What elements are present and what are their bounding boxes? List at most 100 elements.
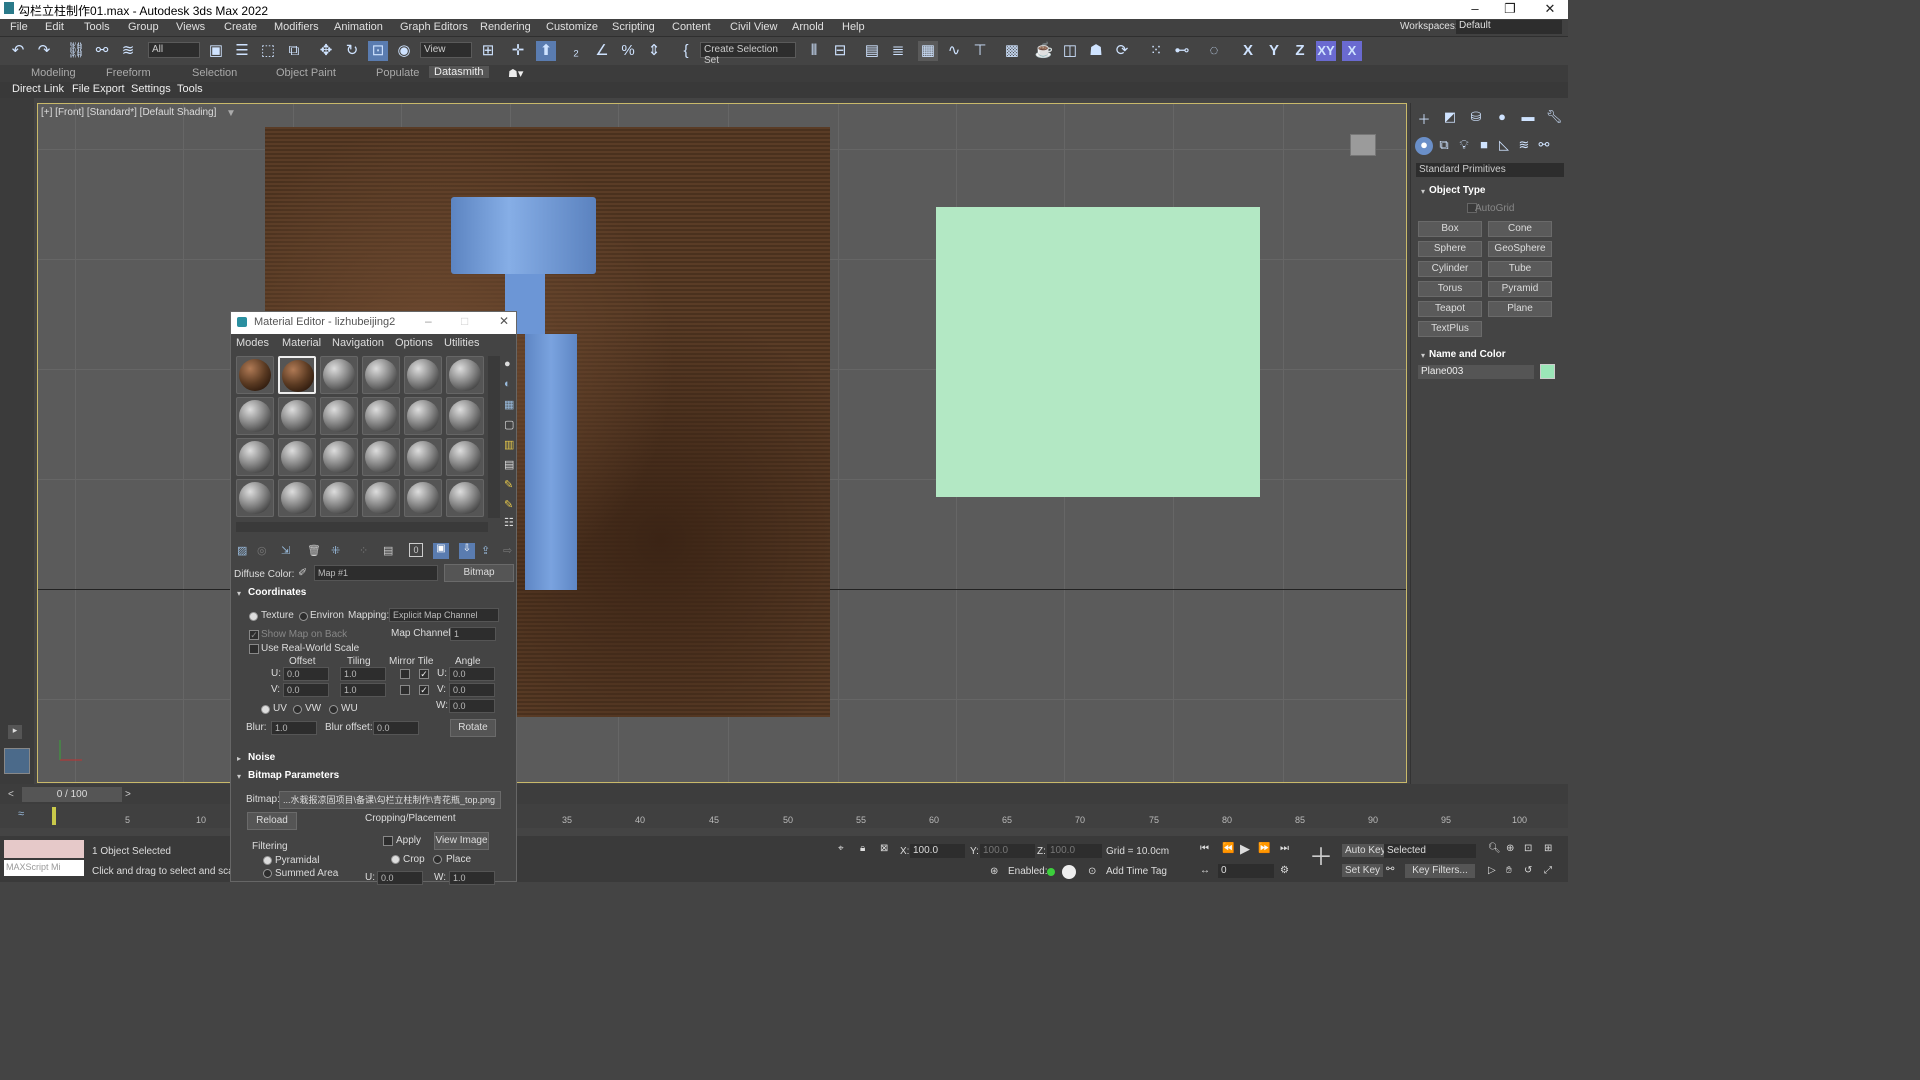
slots-vertical-scrollbar[interactable]: [488, 356, 500, 518]
lights-icon[interactable]: 💡︎: [1455, 137, 1473, 155]
pan-icon[interactable]: ✋︎: [1506, 865, 1512, 876]
zoom-extents-icon[interactable]: ⊡: [1524, 843, 1532, 854]
material-slot[interactable]: [404, 479, 442, 517]
texture-radio[interactable]: [249, 612, 258, 621]
material-slot-active[interactable]: [278, 356, 316, 394]
ribbon-options-icon[interactable]: ☗▾: [508, 67, 523, 80]
maxscript-mini-listener[interactable]: MAXScript Mi: [4, 860, 84, 876]
render-production-icon[interactable]: ☗: [1086, 41, 1106, 61]
bitmap-path-button[interactable]: ...水栽报凉固项目\备课\勾栏立柱制作\青花瓶_top.png: [279, 791, 501, 809]
geometry-icon[interactable]: ●: [1415, 137, 1433, 155]
previous-frame-icon[interactable]: <: [8, 789, 14, 800]
tab-selection[interactable]: Selection: [192, 67, 237, 79]
utilities-tab-icon[interactable]: 🔧︎: [1545, 109, 1563, 127]
material-slot[interactable]: [446, 397, 484, 435]
menu-graph-editors[interactable]: Graph Editors: [400, 21, 468, 33]
coordinates-rollout-title[interactable]: Coordinates: [248, 587, 306, 598]
menu-create[interactable]: Create: [224, 21, 257, 33]
add-time-tag-icon[interactable]: ⊙: [1088, 866, 1096, 877]
time-marker[interactable]: [52, 807, 56, 825]
reference-coordinate-select[interactable]: View: [420, 42, 472, 58]
axis-xy-button[interactable]: XY: [1316, 41, 1336, 61]
close-icon[interactable]: ✕: [1535, 1, 1565, 17]
enabled-indicator[interactable]: [1047, 868, 1055, 876]
add-time-tag[interactable]: Add Time Tag: [1106, 866, 1167, 877]
rectangular-selection-icon[interactable]: ⬚: [258, 41, 278, 61]
object-name-input[interactable]: Plane003: [1418, 365, 1534, 379]
layer-explorer-icon[interactable]: ▤: [862, 41, 882, 61]
scene-explorer-icon[interactable]: ▦: [918, 41, 938, 61]
assign-material-icon[interactable]: ⇲: [281, 544, 290, 557]
unlink-icon[interactable]: ⚯: [92, 41, 112, 61]
blur-offset-input[interactable]: 0.0: [373, 721, 419, 735]
restore-icon[interactable]: ❐: [1495, 1, 1525, 17]
cameras-icon[interactable]: ■: [1475, 137, 1493, 155]
previous-key-icon[interactable]: ⏪: [1222, 843, 1234, 854]
go-to-end-icon[interactable]: ⏭: [1280, 843, 1289, 854]
axis-z-button[interactable]: Z: [1290, 41, 1310, 61]
reset-map-icon[interactable]: 🗑︎: [307, 544, 321, 557]
axis-xz-button[interactable]: X: [1342, 41, 1362, 61]
go-to-start-icon[interactable]: ⏮: [1200, 843, 1209, 854]
material-slot[interactable]: [362, 479, 400, 517]
menu-content[interactable]: Content: [672, 21, 711, 33]
reload-button[interactable]: Reload: [247, 812, 297, 830]
go-to-parent-icon[interactable]: ⇪: [481, 544, 490, 557]
dimension-icon[interactable]: ⊷: [1172, 41, 1192, 61]
mirror-icon[interactable]: ⫴: [804, 41, 824, 61]
material-id-channel-icon[interactable]: ▤: [383, 544, 393, 557]
z-coord-input[interactable]: 100.0: [1047, 844, 1102, 858]
v-angle-input[interactable]: 0.0: [449, 683, 495, 697]
menu-modifiers[interactable]: Modifiers: [274, 21, 319, 33]
v-mirror-checkbox[interactable]: [400, 685, 410, 695]
modify-tab-icon[interactable]: ◩: [1441, 109, 1459, 127]
rotate-icon[interactable]: ↻: [342, 41, 362, 61]
minimize-icon[interactable]: –: [425, 314, 432, 328]
show-end-result-icon[interactable]: ⇩: [459, 543, 475, 559]
noise-rollout-title[interactable]: Noise: [248, 752, 275, 763]
material-slot[interactable]: [446, 438, 484, 476]
close-icon[interactable]: ✕: [499, 314, 509, 328]
key-filters-button[interactable]: Key Filters...: [1405, 864, 1475, 878]
u-tiling-input[interactable]: 1.0: [340, 667, 386, 681]
rendered-frame-window-icon[interactable]: ◫: [1060, 41, 1080, 61]
background-icon[interactable]: ▦: [504, 398, 514, 411]
undo-icon[interactable]: ↶: [8, 41, 28, 61]
sample-uv-tiling-icon[interactable]: ▢: [504, 418, 514, 431]
render-setup-icon[interactable]: ☕: [1034, 41, 1054, 61]
sample-type-icon[interactable]: ●: [504, 358, 511, 370]
select-by-name-icon[interactable]: ☰: [232, 41, 252, 61]
maximize-icon[interactable]: □: [461, 314, 468, 328]
bind-space-warp-icon[interactable]: ≋: [118, 41, 138, 61]
maximize-viewport-icon[interactable]: ⤢: [1544, 865, 1552, 876]
set-key-button[interactable]: Set Key: [1342, 864, 1384, 877]
menu-group[interactable]: Group: [128, 21, 159, 33]
teapot-button[interactable]: Teapot: [1418, 301, 1482, 317]
zoom-icon[interactable]: 🔍︎: [1488, 843, 1501, 854]
rollout-collapse-icon[interactable]: ▾: [237, 772, 241, 781]
zoom-extents-all-icon[interactable]: ⊞: [1544, 843, 1552, 854]
select-by-material-icon[interactable]: ✎: [504, 498, 513, 511]
material-slot[interactable]: [236, 356, 274, 394]
pyramid-button[interactable]: Pyramid: [1488, 281, 1552, 297]
map-channel-input[interactable]: 1: [450, 627, 496, 641]
shapes-icon[interactable]: ⧉: [1435, 137, 1453, 155]
zoom-all-icon[interactable]: ⊕: [1506, 843, 1514, 854]
auto-key-button[interactable]: Auto Key: [1342, 844, 1389, 857]
material-slot[interactable]: [236, 397, 274, 435]
pivot-center-icon[interactable]: ⊞: [478, 41, 498, 61]
make-unique-icon[interactable]: ⁜: [331, 544, 340, 557]
material-slot[interactable]: [446, 479, 484, 517]
move-icon[interactable]: ✥: [316, 41, 336, 61]
time-configuration-icon[interactable]: ⚙: [1280, 865, 1289, 876]
mapping-select[interactable]: Explicit Map Channel: [389, 608, 499, 622]
time-tag-icon[interactable]: [1062, 865, 1076, 879]
menu-tools[interactable]: Tools: [84, 21, 110, 33]
grid-snap-icon[interactable]: ⁙: [1146, 41, 1166, 61]
material-slot[interactable]: [404, 356, 442, 394]
angle-snap-icon[interactable]: ∠: [592, 41, 612, 61]
viewport-label[interactable]: [+] [Front] [Standard*] [Default Shading…: [41, 107, 216, 118]
cylinder-button[interactable]: Cylinder: [1418, 261, 1482, 277]
selected-plane-object[interactable]: y x △: [936, 207, 1260, 497]
curve-editor-icon[interactable]: ∿: [944, 41, 964, 61]
